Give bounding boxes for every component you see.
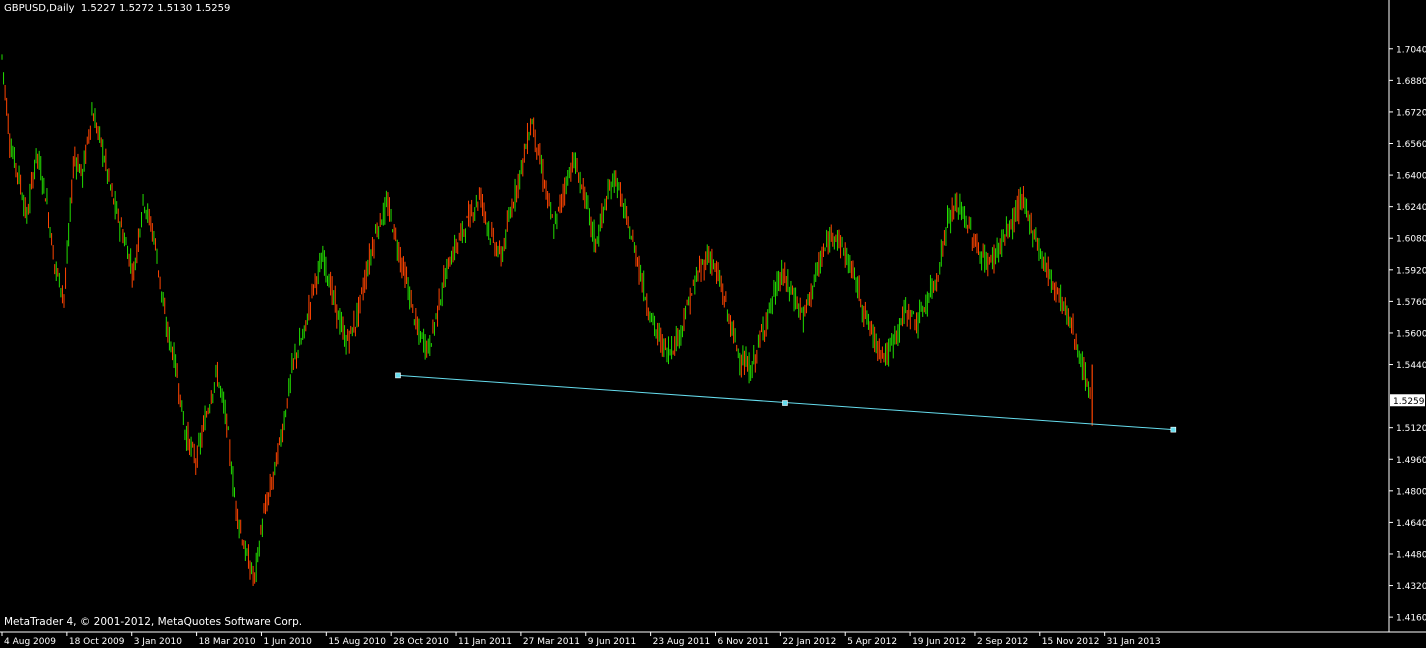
price-tick-label: 1.4320 — [1396, 582, 1426, 592]
trendline-handle[interactable] — [782, 400, 788, 406]
time-tick-label: 6 Nov 2011 — [717, 637, 769, 647]
candles-layer — [1, 54, 1093, 586]
price-tick-label: 1.6880 — [1396, 77, 1426, 87]
time-tick-label: 23 Aug 2011 — [653, 637, 711, 647]
symbol-header: GBPUSD,Daily 1.5227 1.5272 1.5130 1.5259 — [4, 3, 230, 14]
price-tick-label: 1.5440 — [1396, 361, 1426, 371]
ohlc-values: 1.5227 1.5272 1.5130 1.5259 — [80, 3, 231, 14]
symbol-label: GBPUSD,Daily — [4, 3, 75, 14]
time-axis: 4 Aug 2009 18 Oct 2009 3 Jan 2010 18 Mar 20… — [1, 632, 1161, 647]
price-tick-label: 1.4160 — [1396, 614, 1426, 624]
price-tick-label: 1.6720 — [1396, 108, 1426, 118]
time-tick-label: 19 Jun 2012 — [912, 637, 966, 647]
price-tick-label: 1.4480 — [1396, 550, 1426, 560]
time-tick-label: 4 Aug 2009 — [4, 637, 56, 647]
price-tick-label: 1.4640 — [1396, 519, 1426, 529]
chart-window[interactable]: 1.7040 1.6880 1.6720 1.6560 1.6400 1.6240 1.60… — [0, 0, 1426, 648]
time-tick-label: 31 Jan 2013 — [1107, 637, 1161, 647]
price-tick-label: 1.4800 — [1396, 487, 1426, 497]
time-tick-label: 18 Oct 2009 — [69, 637, 125, 647]
price-tick-label: 1.6080 — [1396, 235, 1426, 245]
time-tick-label: 1 Jun 2010 — [263, 637, 312, 647]
price-tick-label: 1.7040 — [1396, 45, 1426, 55]
price-tick-label: 1.5920 — [1396, 266, 1426, 276]
current-price-label: 1.5259 — [1393, 397, 1425, 407]
time-tick-label: 27 Mar 2011 — [523, 637, 580, 647]
time-tick-label: 22 Jan 2012 — [782, 637, 836, 647]
trendline-handle[interactable] — [395, 372, 401, 379]
price-tick-label: 1.6560 — [1396, 140, 1426, 150]
time-tick-label: 2 Sep 2012 — [977, 637, 1028, 647]
time-tick-label: 18 Mar 2010 — [199, 637, 256, 647]
time-tick-label: 5 Apr 2012 — [847, 637, 897, 647]
price-chart[interactable]: 1.7040 1.6880 1.6720 1.6560 1.6400 1.6240 1.60… — [0, 0, 1426, 648]
trendline-layer — [395, 372, 1177, 433]
price-tick-label: 1.5760 — [1396, 298, 1426, 308]
time-tick-label: 9 Jun 2011 — [588, 637, 636, 647]
price-tick-label: 1.6240 — [1396, 203, 1426, 213]
time-tick-label: 28 Oct 2010 — [393, 637, 449, 647]
trendline-handle[interactable] — [1170, 426, 1177, 433]
copyright-text: MetaTrader 4, © 2001-2012, MetaQuotes So… — [4, 616, 303, 628]
price-axis: 1.7040 1.6880 1.6720 1.6560 1.6400 1.6240 1.60… — [0, 0, 1426, 633]
price-tick-label: 1.5600 — [1396, 329, 1426, 339]
price-tick-label: 1.6400 — [1396, 172, 1426, 182]
price-tick-label: 1.5120 — [1396, 424, 1426, 434]
time-tick-label: 11 Jan 2011 — [458, 637, 512, 647]
time-tick-label: 15 Aug 2010 — [328, 637, 386, 647]
time-tick-label: 15 Nov 2012 — [1042, 637, 1100, 647]
price-tick-label: 1.4960 — [1396, 456, 1426, 466]
time-tick-label: 3 Jan 2010 — [134, 637, 182, 647]
